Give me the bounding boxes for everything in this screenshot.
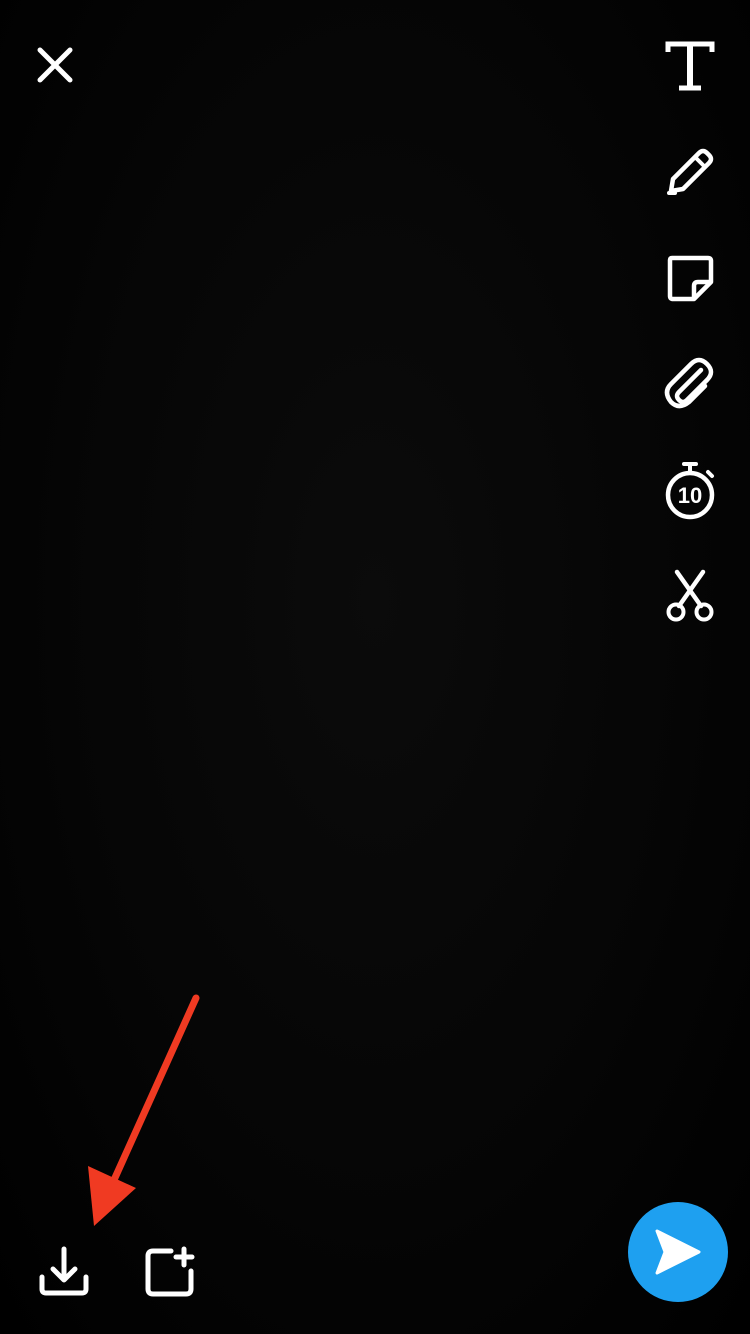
sticker-icon xyxy=(667,255,714,302)
close-button[interactable] xyxy=(30,40,80,90)
timer-value: 10 xyxy=(678,483,702,508)
close-icon xyxy=(37,47,73,83)
timer-icon: 10 xyxy=(665,462,715,520)
annotation-arrow xyxy=(88,994,200,1226)
scissors-icon xyxy=(666,569,714,622)
attachment-tool-button[interactable] xyxy=(660,354,720,414)
text-icon xyxy=(665,41,715,91)
pencil-tool-button[interactable] xyxy=(660,142,720,202)
sticker-tool-button[interactable] xyxy=(660,248,720,308)
save-button[interactable] xyxy=(36,1244,92,1300)
add-to-story-icon xyxy=(145,1246,195,1297)
download-icon xyxy=(39,1246,89,1296)
text-tool-button[interactable] xyxy=(660,36,720,96)
timer-tool-button[interactable]: 10 xyxy=(660,460,720,520)
send-button[interactable] xyxy=(628,1202,728,1302)
send-arrow-icon xyxy=(655,1229,701,1275)
snap-preview-screen: 10 xyxy=(0,0,750,1334)
scissors-tool-button[interactable] xyxy=(660,566,720,626)
pencil-icon xyxy=(667,148,714,195)
add-to-story-button[interactable] xyxy=(142,1244,198,1300)
paperclip-icon xyxy=(664,357,714,409)
